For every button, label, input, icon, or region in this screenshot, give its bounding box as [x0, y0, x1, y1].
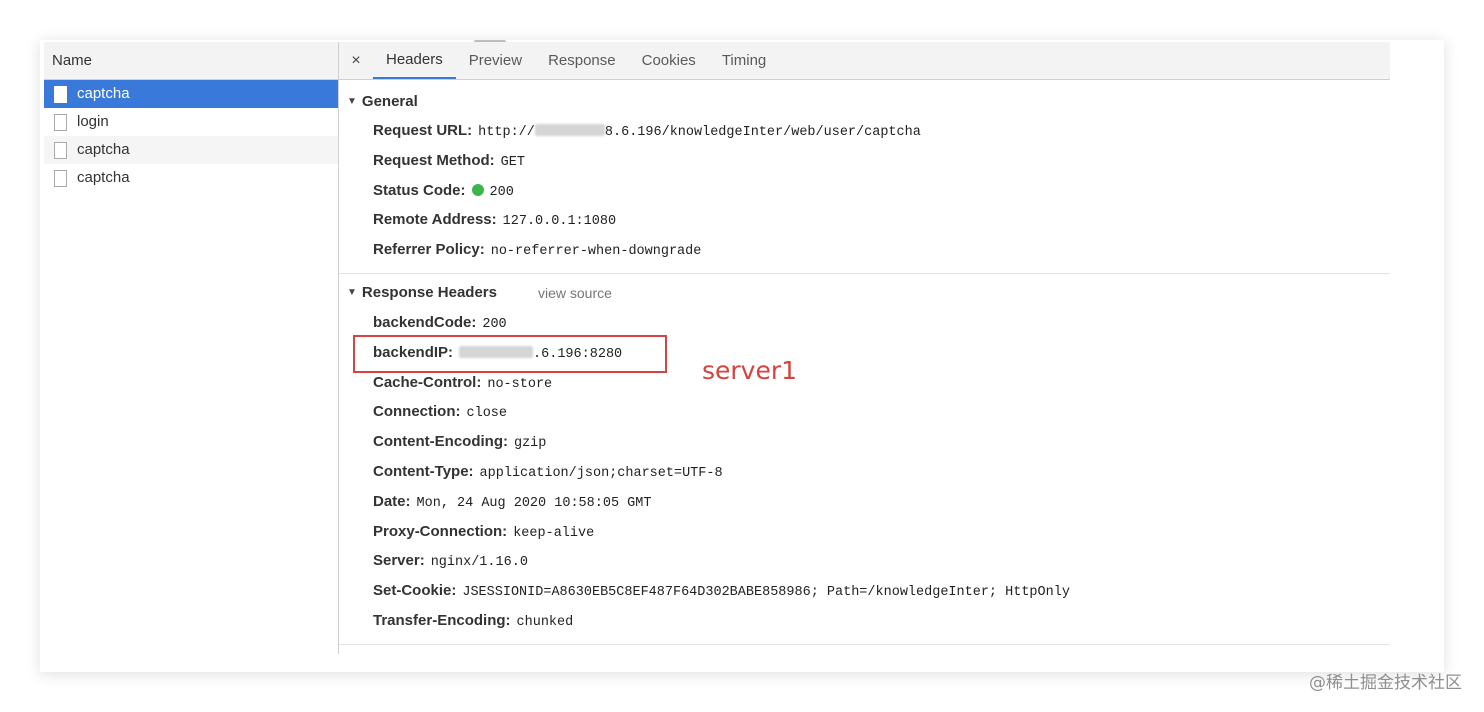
header-row: Content-Encoding: gzip	[339, 427, 1390, 457]
header-value: chunked	[516, 614, 574, 630]
close-icon[interactable]: ×	[339, 42, 373, 79]
annotation-label: server1	[702, 356, 798, 385]
header-key: Cache-Control:	[373, 373, 482, 391]
document-icon	[54, 85, 67, 103]
header-value: http://8.6.196/knowledgeInter/web/user/c…	[478, 124, 921, 140]
header-value: 127.0.0.1:1080	[502, 214, 617, 230]
header-value: close	[466, 406, 508, 422]
request-name: captcha	[77, 169, 130, 186]
document-icon	[54, 141, 67, 159]
document-icon	[54, 113, 67, 131]
header-row: Transfer-Encoding: chunked	[339, 606, 1390, 636]
tab-headers[interactable]: Headers	[373, 42, 456, 79]
header-row: Status Code: 200	[339, 176, 1390, 206]
document-icon	[54, 169, 67, 187]
request-row[interactable]: captcha	[44, 80, 338, 108]
tab-response[interactable]: Response	[535, 42, 629, 79]
header-row: Proxy-Connection: keep-alive	[339, 517, 1390, 547]
header-key: backendCode:	[373, 313, 477, 331]
request-name: captcha	[77, 141, 130, 158]
header-key: Content-Encoding:	[373, 433, 508, 451]
header-key: Request Method:	[373, 151, 495, 169]
header-row: Date: Mon, 24 Aug 2020 10:58:05 GMT	[339, 487, 1390, 517]
header-row: Server: nginx/1.16.0	[339, 546, 1390, 576]
request-name: login	[77, 113, 109, 130]
watermark: @稀土掘金技术社区	[1309, 673, 1462, 693]
redacted-ip	[534, 124, 605, 136]
request-row[interactable]: captcha	[44, 164, 338, 192]
header-key: Date:	[373, 492, 411, 510]
details-tabbar: × Headers Preview Response Cookies Timin…	[339, 42, 1390, 80]
devtools-network-panel: Name captcha login captcha captcha × Hea…	[44, 42, 1390, 654]
section-title: General	[361, 92, 418, 110]
header-key: Status Code:	[373, 181, 466, 199]
header-row: Request URL: http://8.6.196/knowledgeInte…	[339, 116, 1390, 146]
collapse-triangle-icon: ▼	[347, 287, 357, 299]
header-key: Remote Address:	[373, 211, 497, 229]
tab-cookies[interactable]: Cookies	[629, 42, 709, 79]
section-title: Response Headers	[361, 284, 497, 302]
header-key: Proxy-Connection:	[373, 522, 508, 540]
response-headers-section: ▼ Response Headers view source backendCo…	[339, 274, 1390, 645]
tab-timing[interactable]: Timing	[709, 42, 779, 79]
header-row: backendCode: 200	[339, 308, 1390, 338]
header-key: Request URL:	[373, 122, 473, 139]
header-row: Content-Type: application/json;charset=UT…	[339, 457, 1390, 487]
header-row: Referrer Policy: no-referrer-when-downgra…	[339, 235, 1390, 265]
header-value: Mon, 24 Aug 2020 10:58:05 GMT	[416, 495, 652, 511]
tab-preview[interactable]: Preview	[456, 42, 535, 79]
name-column-header[interactable]: Name	[44, 42, 338, 80]
request-name: captcha	[77, 85, 130, 102]
header-value: gzip	[513, 436, 547, 452]
header-row: Set-Cookie: JSESSIONID=A8630EB5C8EF487F64…	[339, 576, 1390, 606]
header-value: keep-alive	[513, 525, 595, 541]
header-key: Set-Cookie:	[373, 582, 457, 600]
header-key: Connection:	[373, 403, 461, 421]
highlight-box	[353, 335, 667, 373]
header-value: nginx/1.16.0	[430, 555, 528, 571]
collapse-triangle-icon: ▼	[347, 95, 357, 107]
header-value: no-referrer-when-downgrade	[490, 244, 702, 260]
header-key: Referrer Policy:	[373, 241, 485, 259]
header-value: 200	[482, 316, 507, 332]
view-source-link[interactable]: view source	[538, 285, 612, 301]
header-key: Server:	[373, 552, 425, 570]
header-key: Transfer-Encoding:	[373, 611, 511, 629]
header-value: JSESSIONID=A8630EB5C8EF487F64D302BABE858…	[462, 585, 1070, 601]
header-value: 200	[489, 184, 514, 200]
header-key: Content-Type:	[373, 462, 474, 480]
header-value: application/json;charset=UTF-8	[479, 465, 723, 481]
request-row[interactable]: captcha	[44, 136, 338, 164]
header-value: GET	[500, 154, 525, 170]
header-row: Remote Address: 127.0.0.1:1080	[339, 205, 1390, 235]
request-row[interactable]: login	[44, 108, 338, 136]
status-ok-icon	[471, 183, 484, 196]
request-list: Name captcha login captcha captcha	[44, 42, 339, 654]
header-row: Connection: close	[339, 397, 1390, 427]
response-headers-toggle[interactable]: ▼ Response Headers view source	[339, 278, 1390, 308]
general-section-toggle[interactable]: ▼ General	[339, 86, 1390, 116]
header-row: Request Method: GET	[339, 146, 1390, 176]
general-section: ▼ General Request URL: http://8.6.196/kno…	[339, 80, 1390, 274]
header-value: no-store	[487, 376, 553, 392]
